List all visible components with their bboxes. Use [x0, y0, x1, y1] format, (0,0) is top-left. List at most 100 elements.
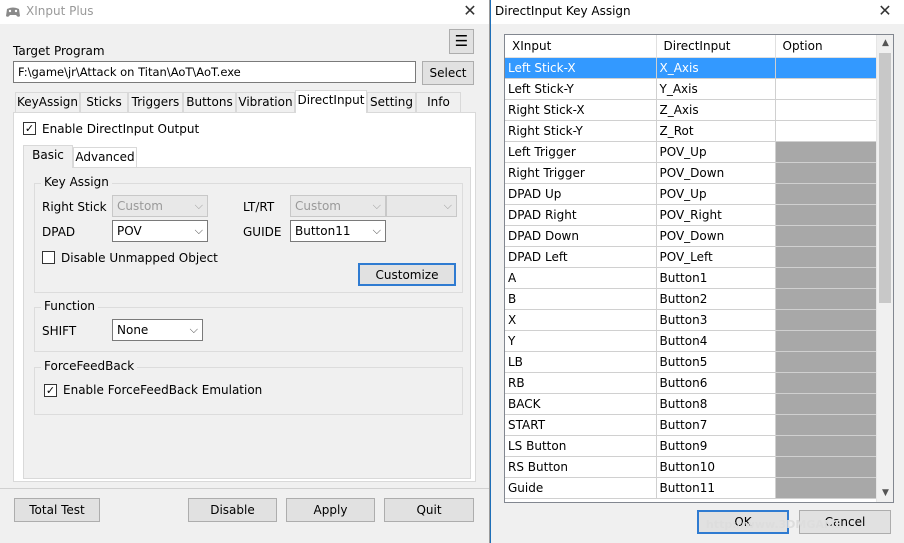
table-row[interactable]: RS Button Button10 [505, 456, 878, 478]
tab-info[interactable]: Info [416, 92, 461, 113]
close-icon[interactable]: ✕ [461, 1, 479, 20]
target-path-field[interactable]: F:\game\jr\Attack on Titan\AoT\AoT.exe [13, 61, 416, 83]
table-row[interactable]: LS Button Button9 [505, 435, 878, 457]
xinput-cell[interactable]: RB [505, 372, 657, 394]
enable-forcefeedback-checkbox[interactable]: ✓ [44, 384, 57, 397]
tab-keyassign[interactable]: KeyAssign [15, 92, 80, 113]
xinput-cell[interactable]: A [505, 267, 657, 289]
option-cell[interactable] [775, 78, 878, 100]
xinput-cell[interactable]: B [505, 288, 657, 310]
scroll-down-icon[interactable]: ▼ [877, 485, 893, 502]
table-row[interactable]: X Button3 [505, 309, 878, 331]
xinput-cell[interactable]: Right Stick-Y [505, 120, 657, 142]
disable-button[interactable]: Disable [188, 498, 277, 522]
column-header-directinput[interactable]: DirectInput [656, 35, 776, 58]
table-row[interactable]: RB Button6 [505, 372, 878, 394]
xinput-cell[interactable]: Y [505, 330, 657, 352]
enable-directinput-checkbox[interactable]: ✓ [23, 122, 36, 135]
table-row[interactable]: Right Stick-X Z_Axis [505, 99, 878, 121]
dpad-select[interactable]: POV ⌵ [112, 220, 208, 242]
xinput-cell[interactable]: START [505, 414, 657, 436]
table-row[interactable]: B Button2 [505, 288, 878, 310]
customize-button[interactable]: Customize [358, 263, 456, 286]
subtab-basic[interactable]: Basic [23, 145, 73, 168]
table-row[interactable]: DPAD Up POV_Up [505, 183, 878, 205]
scroll-thumb[interactable] [879, 53, 891, 303]
tab-setting[interactable]: Setting [367, 92, 416, 113]
directinput-cell[interactable]: Button4 [656, 330, 776, 352]
quit-button[interactable]: Quit [384, 498, 474, 522]
directinput-cell[interactable]: Button6 [656, 372, 776, 394]
xinput-cell[interactable]: Guide [505, 477, 657, 499]
guide-select[interactable]: Button11 ⌵ [290, 220, 386, 242]
option-cell[interactable] [775, 120, 878, 142]
select-button[interactable]: Select [422, 61, 474, 85]
close-icon[interactable]: ✕ [876, 1, 894, 20]
directinput-cell[interactable]: Z_Axis [656, 99, 776, 121]
table-row[interactable]: Right Trigger POV_Down [505, 162, 878, 184]
xinput-cell[interactable]: Left Stick-X [505, 57, 657, 79]
tab-triggers[interactable]: Triggers [128, 92, 183, 113]
xinput-cell[interactable]: LB [505, 351, 657, 373]
table-row[interactable]: Right Stick-Y Z_Rot [505, 120, 878, 142]
table-row[interactable]: Left Stick-X X_Axis [505, 57, 878, 79]
directinput-cell[interactable]: Button1 [656, 267, 776, 289]
table-row[interactable]: LB Button5 [505, 351, 878, 373]
xinput-cell[interactable]: DPAD Up [505, 183, 657, 205]
scroll-up-icon[interactable]: ▲ [877, 35, 893, 52]
table-row[interactable]: DPAD Down POV_Down [505, 225, 878, 247]
table-row[interactable]: Y Button4 [505, 330, 878, 352]
table-row[interactable]: A Button1 [505, 267, 878, 289]
table-row[interactable]: Left Trigger POV_Up [505, 141, 878, 163]
tab-vibration[interactable]: Vibration [236, 92, 295, 113]
table-row[interactable]: DPAD Right POV_Right [505, 204, 878, 226]
directinput-cell[interactable]: POV_Left [656, 246, 776, 268]
xinput-cell[interactable]: BACK [505, 393, 657, 415]
table-row[interactable]: START Button7 [505, 414, 878, 436]
option-cell[interactable] [775, 57, 878, 79]
tab-sticks[interactable]: Sticks [80, 92, 128, 113]
directinput-cell[interactable]: Button11 [656, 477, 776, 499]
xinput-cell[interactable]: Right Stick-X [505, 99, 657, 121]
xinput-cell[interactable]: DPAD Down [505, 225, 657, 247]
subtab-advanced[interactable]: Advanced [73, 147, 137, 168]
table-row[interactable]: DPAD Left POV_Left [505, 246, 878, 268]
directinput-cell[interactable]: Z_Rot [656, 120, 776, 142]
apply-button[interactable]: Apply [286, 498, 375, 522]
shift-select[interactable]: None ⌵ [112, 319, 203, 341]
directinput-cell[interactable]: Button7 [656, 414, 776, 436]
directinput-cell[interactable]: Button5 [656, 351, 776, 373]
total-test-button[interactable]: Total Test [14, 498, 100, 522]
column-header-xinput[interactable]: XInput [505, 35, 657, 58]
table-row[interactable]: BACK Button8 [505, 393, 878, 415]
disable-unmapped-checkbox[interactable] [42, 251, 55, 264]
table-row[interactable]: Guide Button11 [505, 477, 878, 499]
directinput-cell[interactable]: POV_Up [656, 183, 776, 205]
directinput-cell[interactable]: POV_Right [656, 204, 776, 226]
column-header-option[interactable]: Option [775, 35, 878, 58]
table-row[interactable]: Left Stick-Y Y_Axis [505, 78, 878, 100]
directinput-cell[interactable]: Y_Axis [656, 78, 776, 100]
option-cell[interactable] [775, 99, 878, 121]
directinput-cell[interactable]: Button9 [656, 435, 776, 457]
xinput-cell[interactable]: DPAD Left [505, 246, 657, 268]
directinput-cell[interactable]: Button8 [656, 393, 776, 415]
xinput-cell[interactable]: X [505, 309, 657, 331]
xinput-cell[interactable]: Left Trigger [505, 141, 657, 163]
xinput-cell[interactable]: Right Trigger [505, 162, 657, 184]
xinput-cell[interactable]: Left Stick-Y [505, 78, 657, 100]
directinput-cell[interactable]: POV_Down [656, 162, 776, 184]
tab-buttons[interactable]: Buttons [183, 92, 236, 113]
directinput-cell[interactable]: Button10 [656, 456, 776, 478]
directinput-cell[interactable]: Button3 [656, 309, 776, 331]
menu-button[interactable]: ☰ [449, 29, 474, 54]
xinput-cell[interactable]: LS Button [505, 435, 657, 457]
tab-directinput[interactable]: DirectInput [295, 90, 367, 113]
directinput-cell[interactable]: X_Axis [656, 57, 776, 79]
directinput-cell[interactable]: Button2 [656, 288, 776, 310]
xinput-cell[interactable]: RS Button [505, 456, 657, 478]
xinput-cell[interactable]: DPAD Right [505, 204, 657, 226]
directinput-cell[interactable]: POV_Up [656, 141, 776, 163]
directinput-cell[interactable]: POV_Down [656, 225, 776, 247]
vertical-scrollbar[interactable]: ▲ ▼ [876, 35, 893, 502]
